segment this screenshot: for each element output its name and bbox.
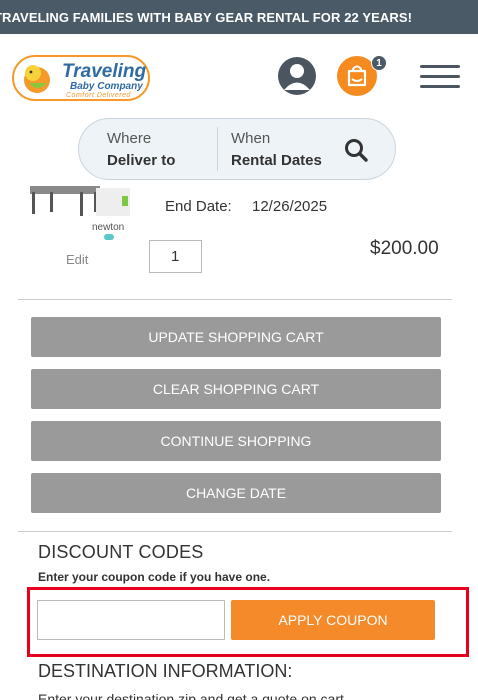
search-bar: Where Deliver to When Rental Dates (78, 118, 396, 180)
clear-cart-button[interactable]: CLEAR SHOPPING CART (31, 369, 441, 409)
coupon-code-input[interactable] (37, 600, 225, 640)
crib-product-image[interactable] (30, 186, 136, 218)
update-cart-button[interactable]: UPDATE SHOPPING CART (31, 317, 441, 357)
quantity-input[interactable] (149, 240, 202, 273)
product-brand: newton (92, 222, 125, 233)
user-icon (284, 64, 310, 90)
logo-line-1: Traveling (62, 61, 147, 82)
apply-coupon-button[interactable]: APPLY COUPON (231, 600, 435, 640)
logo-tagline: Comfort Delivered (66, 92, 131, 99)
destination-heading: DESTINATION INFORMATION: (38, 661, 293, 681)
account-button[interactable] (278, 57, 316, 95)
edit-item-link[interactable]: Edit (66, 252, 88, 267)
menu-icon-bar (420, 85, 460, 88)
continue-shopping-button[interactable]: CONTINUE SHOPPING (31, 421, 441, 461)
menu-icon-bar (420, 65, 460, 68)
cart-count-badge: 1 (371, 55, 387, 71)
discount-codes-hint: Enter your coupon code if you have one. (38, 570, 271, 584)
divider (18, 299, 452, 300)
divider (18, 531, 452, 532)
site-logo[interactable]: Traveling Baby Company Comfort Delivered (12, 55, 150, 101)
discount-codes-heading: DISCOUNT CODES (38, 542, 204, 562)
site-header: Traveling Baby Company Comfort Delivered… (0, 34, 478, 118)
baby-logo-icon (24, 65, 50, 93)
destination-hint: Enter your destination zip and get a quo… (38, 691, 344, 700)
promo-banner: TRAVELING FAMILIES WITH BABY GEAR RENTAL… (0, 0, 478, 34)
when-label: When (231, 130, 271, 147)
menu-icon-bar (420, 75, 460, 78)
promo-banner-text: TRAVELING FAMILIES WITH BABY GEAR RENTAL… (0, 9, 413, 25)
end-date-label: End Date: (165, 198, 232, 215)
hamburger-menu-button[interactable] (420, 65, 462, 89)
where-value: Deliver to (107, 152, 176, 169)
brand-logo-mark (104, 234, 114, 240)
search-divider (217, 127, 218, 171)
logo-line-2: Baby Company (70, 81, 143, 92)
search-icon[interactable] (343, 137, 369, 163)
where-label: Where (107, 130, 152, 147)
item-price: $200.00 (370, 238, 439, 259)
when-value: Rental Dates (231, 152, 322, 169)
end-date-value: 12/26/2025 (252, 198, 328, 215)
change-date-button[interactable]: CHANGE DATE (31, 473, 441, 513)
